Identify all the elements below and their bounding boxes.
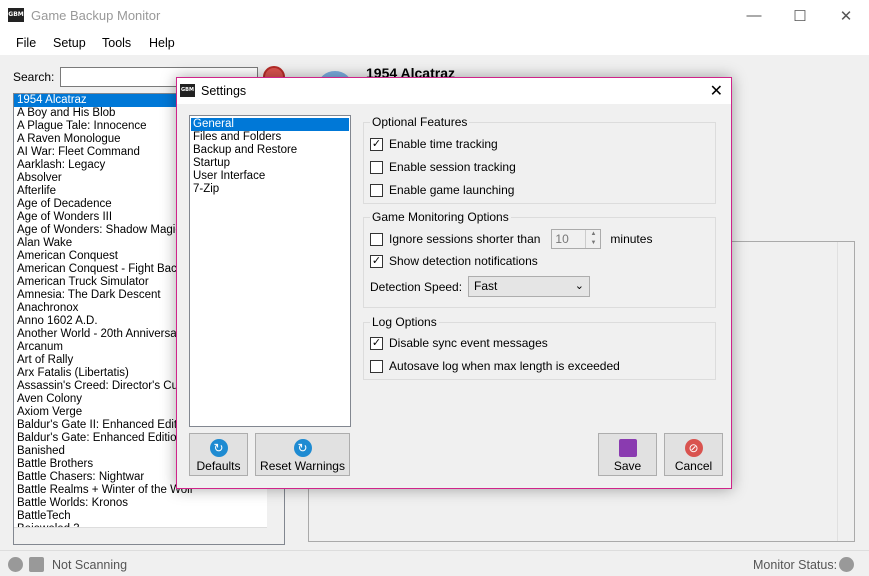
reset-warnings-label: Reset Warnings: [260, 459, 345, 473]
enable-time-tracking-checkbox[interactable]: ✓ Enable time tracking: [370, 136, 498, 152]
maximize-button[interactable]: ☐: [777, 0, 823, 31]
dialog-title: Settings: [201, 84, 247, 98]
cancel-label: Cancel: [674, 459, 713, 473]
reset-warnings-button[interactable]: ↻ Reset Warnings: [255, 433, 350, 476]
checkbox-label: Autosave log when max length is exceeded: [389, 359, 620, 373]
autosave-log-checkbox[interactable]: Autosave log when max length is exceeded: [370, 358, 620, 374]
refresh-icon: ↻: [293, 439, 312, 457]
checkbox-box: ✓: [370, 336, 383, 350]
ignore-short-sessions-checkbox[interactable]: Ignore sessions shorter than 10 ▲ ▼ minut…: [370, 229, 653, 249]
settings-nav-item[interactable]: General: [191, 118, 349, 131]
save-label: Save: [613, 459, 642, 473]
select-value: Fast: [474, 279, 498, 293]
dialog-logo: GBM: [180, 84, 195, 97]
window-title: Game Backup Monitor: [31, 8, 161, 23]
save-button[interactable]: Save: [598, 433, 657, 476]
checkbox-label: Show detection notifications: [389, 254, 538, 268]
checkbox-box: [370, 232, 383, 246]
dialog-close-icon[interactable]: ✕: [710, 81, 723, 101]
detection-speed-row: Detection Speed: Fast ⌄: [370, 276, 710, 297]
checkbox-box: [370, 183, 383, 197]
checkbox-label: Disable sync event messages: [389, 336, 548, 350]
user-icon[interactable]: [29, 557, 44, 572]
game-list-item[interactable]: Battle Worlds: Kronos: [14, 497, 269, 510]
group-label: Optional Features: [370, 115, 470, 129]
checkbox-box: [370, 160, 383, 174]
game-monitoring-group: Game Monitoring Options Ignore sessions …: [363, 210, 716, 308]
defaults-label: Defaults: [196, 459, 241, 473]
rewind-icon[interactable]: [8, 557, 23, 572]
detection-speed-label: Detection Speed:: [370, 280, 463, 294]
checkbox-box: ✓: [370, 254, 383, 268]
disable-sync-messages-checkbox[interactable]: ✓ Disable sync event messages: [370, 335, 548, 351]
optional-features-group: Optional Features ✓ Enable time tracking…: [363, 115, 716, 204]
monitor-status-label: Monitor Status:: [753, 558, 838, 572]
scan-status: Not Scanning: [52, 558, 128, 572]
detail-panel-scrollbar[interactable]: [837, 242, 854, 541]
settings-nav-item[interactable]: Backup and Restore: [191, 144, 349, 157]
chevron-down-icon: ⌄: [574, 280, 584, 292]
defaults-button[interactable]: ↻ Defaults: [189, 433, 248, 476]
status-bar: Not Scanning Monitor Status:: [0, 550, 869, 576]
minimize-button[interactable]: —: [731, 0, 777, 31]
session-minutes-stepper[interactable]: 10 ▲ ▼: [551, 229, 602, 249]
game-list-horizontal-scrollbar[interactable]: [14, 527, 269, 544]
title-bar: GBM Game Backup Monitor — ☐ ✕: [0, 0, 869, 31]
cancel-button[interactable]: ⊘ Cancel: [664, 433, 723, 476]
checkbox-label: Ignore sessions shorter than: [389, 232, 541, 246]
settings-nav-item[interactable]: Startup: [191, 157, 349, 170]
detection-speed-select[interactable]: Fast ⌄: [468, 276, 590, 297]
stepper-arrows-icon[interactable]: ▲ ▼: [585, 230, 600, 248]
show-detection-notifications-checkbox[interactable]: ✓ Show detection notifications: [370, 253, 538, 269]
group-label: Log Options: [370, 315, 439, 329]
game-list-item[interactable]: BattleTech: [14, 510, 269, 523]
checkbox-label: Enable session tracking: [389, 160, 516, 174]
settings-dialog: GBM Settings ✕ General Files and Folders B…: [176, 77, 732, 489]
group-label: Game Monitoring Options: [370, 210, 511, 224]
app-logo: GBM: [8, 8, 24, 22]
checkbox-box: ✓: [370, 137, 383, 151]
settings-nav-item[interactable]: 7-Zip: [191, 183, 349, 196]
enable-session-tracking-checkbox[interactable]: Enable session tracking: [370, 159, 516, 175]
menu-bar: File Setup Tools Help: [0, 31, 869, 55]
settings-nav-list[interactable]: General Files and Folders Backup and Resto…: [189, 115, 351, 427]
info-icon[interactable]: [839, 557, 854, 572]
checkbox-label: Enable game launching: [389, 183, 515, 197]
menu-help[interactable]: Help: [149, 36, 175, 50]
search-label: Search:: [13, 70, 55, 84]
refresh-icon: ↻: [209, 439, 228, 457]
checkbox-label: Enable time tracking: [389, 137, 498, 151]
minutes-label: minutes: [610, 232, 653, 246]
stepper-value: 10: [555, 232, 569, 246]
close-button[interactable]: ✕: [823, 0, 869, 31]
settings-nav-item[interactable]: User Interface: [191, 170, 349, 183]
enable-game-launching-checkbox[interactable]: Enable game launching: [370, 182, 514, 198]
log-options-group: Log Options ✓ Disable sync event message…: [363, 315, 716, 380]
menu-setup[interactable]: Setup: [53, 36, 86, 50]
cancel-icon: ⊘: [684, 439, 703, 457]
menu-tools[interactable]: Tools: [102, 36, 131, 50]
settings-nav-item[interactable]: Files and Folders: [191, 131, 349, 144]
dialog-title-bar: GBM Settings ✕: [177, 78, 731, 104]
menu-file[interactable]: File: [16, 36, 36, 50]
checkbox-box: [370, 359, 383, 373]
floppy-icon: [618, 439, 637, 457]
